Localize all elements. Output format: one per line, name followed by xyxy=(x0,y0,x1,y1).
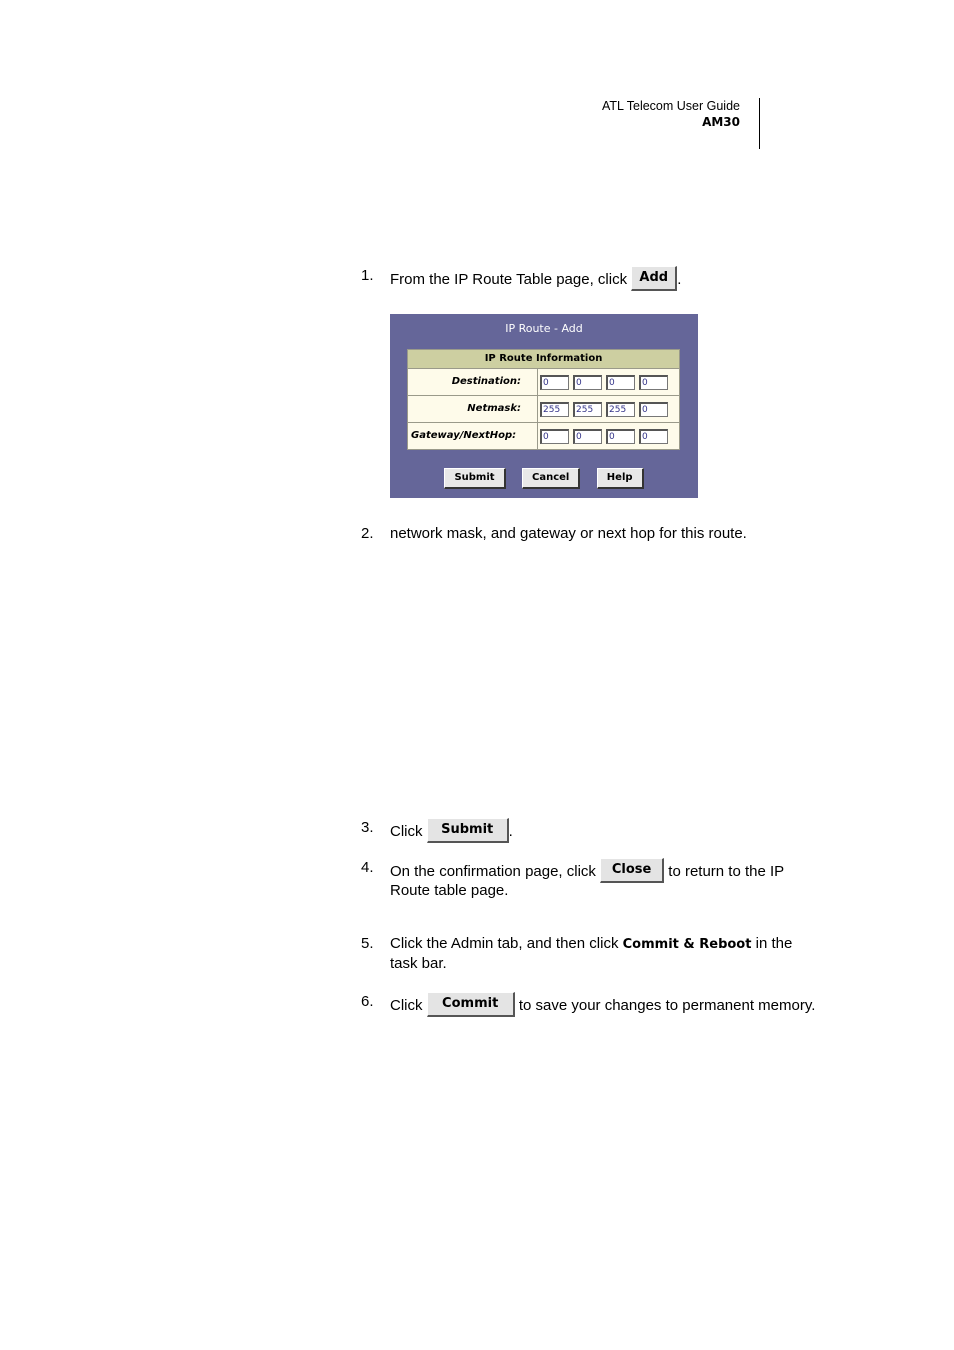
netmask-octet-3[interactable] xyxy=(606,401,635,417)
gateway-octet-3[interactable] xyxy=(606,428,635,444)
step-text-end: to save your changes to permanent memory… xyxy=(514,997,816,1014)
step-number: 6. xyxy=(361,993,374,1010)
step-text-end: . xyxy=(677,271,682,288)
guide-title: ATL Telecom User Guide xyxy=(601,99,740,113)
add-button-image: Add xyxy=(631,266,678,291)
destination-octet-2[interactable] xyxy=(573,374,602,390)
model-name: AM30 xyxy=(702,115,740,129)
netmask-octet-1[interactable] xyxy=(540,401,569,417)
destination-row: Destination: xyxy=(408,369,679,396)
step-number: 5. xyxy=(361,935,374,952)
netmask-octet-4[interactable] xyxy=(639,401,668,417)
step-number: 1. xyxy=(361,267,374,284)
step-text: On the confirmation page, click xyxy=(390,863,601,880)
step-text-end: . xyxy=(508,823,513,840)
page-header: ATL Telecom User Guide AM30 xyxy=(602,98,740,130)
netmask-label: Netmask: xyxy=(408,396,538,422)
commit-button-image: Commit xyxy=(426,992,515,1017)
submit-button[interactable]: Submit xyxy=(444,468,506,489)
netmask-row: Netmask: xyxy=(408,396,679,423)
submit-button-image: Submit xyxy=(426,818,509,843)
step-number: 2. xyxy=(361,525,374,542)
table-header: IP Route Information xyxy=(408,350,679,369)
ip-route-info-table: IP Route Information Destination: Netmas… xyxy=(407,349,680,450)
gateway-label: Gateway/NextHop: xyxy=(408,423,538,449)
dialog-title: IP Route - Add xyxy=(505,322,583,335)
netmask-octet-2[interactable] xyxy=(573,401,602,417)
gateway-octet-4[interactable] xyxy=(639,428,668,444)
header-divider xyxy=(759,98,760,149)
step-text: network mask, and gateway or next hop fo… xyxy=(390,525,747,542)
destination-octet-4[interactable] xyxy=(639,374,668,390)
close-button-image: Close xyxy=(600,858,665,883)
commit-reboot-label: Commit & Reboot xyxy=(622,937,752,952)
step-text: Click xyxy=(390,823,427,840)
gateway-row: Gateway/NextHop: xyxy=(408,423,679,449)
step-text: Click xyxy=(390,997,427,1014)
step-text: Click the Admin tab, and then click xyxy=(390,935,623,952)
ip-route-add-dialog: IP Route - Add IP Route Information Dest… xyxy=(390,314,698,498)
step-text: From the IP Route Table page, click xyxy=(390,271,632,288)
destination-octet-3[interactable] xyxy=(606,374,635,390)
cancel-button[interactable]: Cancel xyxy=(522,468,581,489)
destination-label: Destination: xyxy=(408,369,538,395)
step-number: 3. xyxy=(361,819,374,836)
gateway-octet-1[interactable] xyxy=(540,428,569,444)
destination-octet-1[interactable] xyxy=(540,374,569,390)
help-button[interactable]: Help xyxy=(596,468,644,489)
gateway-octet-2[interactable] xyxy=(573,428,602,444)
step-number: 4. xyxy=(361,859,374,876)
